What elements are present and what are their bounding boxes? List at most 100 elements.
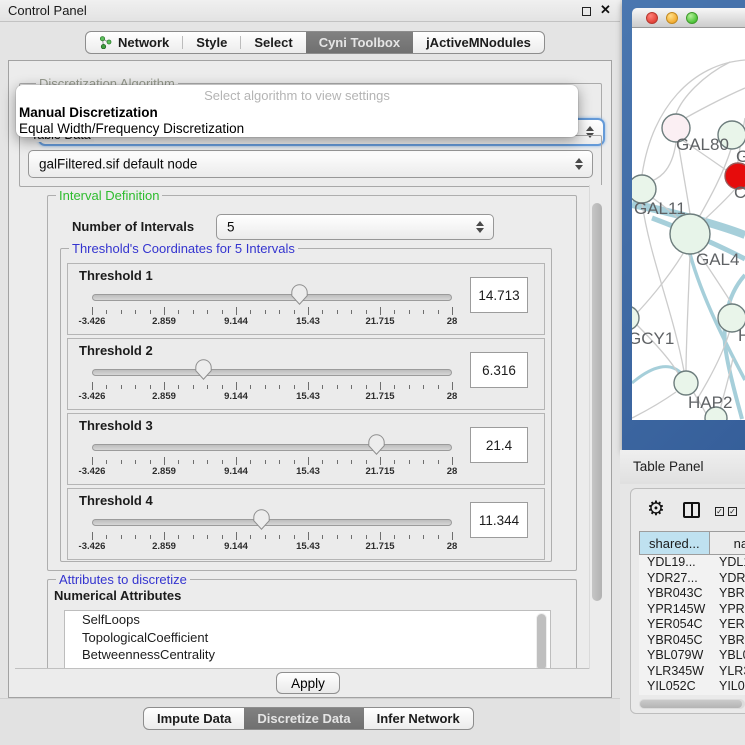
tab-style[interactable]: Style [183, 32, 240, 53]
column-header-shared-name[interactable]: shared... [639, 531, 710, 555]
cyni-toolbox-panel: Discretization Algorithm Select algorith… [8, 60, 612, 698]
checkbox-icon[interactable]: ✓ [715, 507, 724, 516]
slider-thumb[interactable] [368, 434, 385, 455]
node-label: H [738, 326, 745, 345]
mac-close-button-icon[interactable] [646, 12, 658, 24]
network-canvas[interactable]: GAL80 GA C GAL11 GAL4 GCY1 H HAP2 [632, 28, 745, 420]
network-node [670, 214, 710, 254]
apply-button[interactable]: Apply [276, 672, 340, 694]
mac-zoom-button-icon[interactable] [686, 12, 698, 24]
table-cell[interactable]: YIL0 [711, 679, 745, 695]
attribute-item[interactable]: TopologicalCoefficient [65, 629, 550, 647]
slider-thumb[interactable] [253, 509, 270, 530]
table-panel-titlebar: Table Panel [620, 450, 745, 484]
tick-mark [135, 535, 136, 539]
cyni-bottom-tabbar: Impute Data Discretize Data Infer Networ… [143, 707, 474, 730]
number-of-intervals-label: Number of Intervals [72, 219, 194, 234]
table-cell[interactable]: YBR045C [639, 633, 711, 649]
table-cell[interactable]: YPR145W [639, 602, 711, 618]
group-title: Threshold's Coordinates for 5 Intervals [69, 241, 298, 256]
slider-track[interactable] [92, 519, 452, 526]
threshold-value-field[interactable]: 11.344 [470, 502, 528, 538]
table-cell[interactable]: YBL0 [711, 648, 745, 664]
gear-icon[interactable]: ⚙ [647, 499, 665, 519]
dropdown-option-equal-width-frequency[interactable]: Equal Width/Frequency Discretization [16, 121, 578, 137]
tab-select[interactable]: Select [241, 32, 305, 53]
tick-mark [337, 460, 338, 464]
table-cell[interactable]: YLR345W [639, 664, 711, 680]
table-cell[interactable]: YDR2 [711, 571, 745, 587]
tick-mark [308, 382, 309, 390]
table-row[interactable]: YDR27...YDR2 [639, 571, 745, 587]
tick-mark [294, 385, 295, 389]
table-row[interactable]: YDL19...YDL1 [639, 555, 745, 571]
combo-value: galFiltered.sif default node [39, 157, 197, 172]
threshold-value-field[interactable]: 6.316 [470, 352, 528, 388]
tick-mark [452, 532, 453, 540]
table-cell[interactable]: YDR27... [639, 571, 711, 587]
scrollbar-thumb[interactable] [640, 700, 742, 708]
table-cell[interactable]: YBR0 [711, 633, 745, 649]
table-row[interactable]: YBL079WYBL0 [639, 648, 745, 664]
tab-discretize-data[interactable]: Discretize Data [244, 708, 363, 729]
table-cell[interactable]: YER054C [639, 617, 711, 633]
tick-mark [337, 310, 338, 314]
tick-mark [452, 307, 453, 315]
tick-mark [164, 457, 165, 465]
tick-mark [236, 532, 237, 540]
table-cell[interactable]: YBL079W [639, 648, 711, 664]
attribute-item[interactable]: SelfLoops [65, 611, 550, 629]
scrollbar-thumb[interactable] [537, 614, 546, 669]
table-cell[interactable]: YER0 [711, 617, 745, 633]
threshold-value-field[interactable]: 14.713 [470, 277, 528, 313]
tick-mark [265, 385, 266, 389]
tab-infer-network[interactable]: Infer Network [364, 708, 473, 729]
table-row[interactable]: YIL052CYIL0 [639, 679, 745, 695]
threshold-value-field[interactable]: 21.4 [470, 427, 528, 463]
close-icon[interactable]: ✕ [600, 2, 611, 18]
tab-cyni-toolbox[interactable]: Cyni Toolbox [306, 32, 413, 53]
tick-mark [337, 385, 338, 389]
tab-jactivemnodules[interactable]: jActiveMNodules [413, 32, 544, 53]
number-of-intervals-combobox[interactable]: 5 [216, 214, 494, 240]
tick-mark [135, 310, 136, 314]
table-data-combobox[interactable]: galFiltered.sif default node [28, 150, 593, 178]
column-header-name[interactable]: na [710, 531, 745, 555]
float-window-icon[interactable] [582, 7, 591, 16]
control-panel-titlebar: Control Panel ✕ [0, 0, 620, 22]
slider-thumb[interactable] [195, 359, 212, 380]
table-row[interactable]: YBR045CYBR0 [639, 633, 745, 649]
attribute-item[interactable]: BetweennessCentrality [65, 646, 550, 664]
table-cell[interactable]: YIL052C [639, 679, 711, 695]
checkbox-icon[interactable]: ✓ [728, 507, 737, 516]
table-row[interactable]: YPR145WYPR1 [639, 602, 745, 618]
slider-track[interactable] [92, 369, 452, 376]
table-cell[interactable]: YLR3 [711, 664, 745, 680]
table-cell[interactable]: YDL1 [711, 555, 745, 571]
table-cell[interactable]: YBR0 [711, 586, 745, 602]
scrollbar-thumb[interactable] [592, 203, 602, 601]
tab-network[interactable]: Network [86, 32, 182, 53]
split-columns-icon[interactable] [683, 502, 700, 518]
slider-scale: -3.4262.8599.14415.4321.71528 [92, 541, 452, 553]
network-window-titlebar[interactable] [632, 8, 745, 28]
table-row[interactable]: YBR043CYBR0 [639, 586, 745, 602]
slider-thumb[interactable] [291, 284, 308, 305]
table-body: YDL19...YDL1YDR27...YDR2YBR043CYBR0YPR14… [639, 555, 745, 695]
numerical-attributes-list[interactable]: SelfLoopsTopologicalCoefficientBetweenne… [64, 610, 551, 669]
network-window-frame[interactable]: GAL80 GA C GAL11 GAL4 GCY1 H HAP2 [622, 0, 745, 450]
table-row[interactable]: YLR345WYLR3 [639, 664, 745, 680]
table-cell[interactable]: YDL19... [639, 555, 711, 571]
list-scrollbar[interactable] [536, 613, 547, 669]
table-horizontal-scrollbar[interactable] [639, 699, 745, 709]
table-row[interactable]: YER054CYER0 [639, 617, 745, 633]
group-title: Interval Definition [56, 188, 162, 203]
tab-impute-data[interactable]: Impute Data [144, 708, 244, 729]
slider-track[interactable] [92, 294, 452, 301]
slider-track[interactable] [92, 444, 452, 451]
table-cell[interactable]: YBR043C [639, 586, 711, 602]
dropdown-option-manual-discretization[interactable]: Manual Discretization [16, 105, 578, 121]
main-scrollbar[interactable] [589, 185, 603, 669]
mac-minimize-button-icon[interactable] [666, 12, 678, 24]
table-cell[interactable]: YPR1 [711, 602, 745, 618]
